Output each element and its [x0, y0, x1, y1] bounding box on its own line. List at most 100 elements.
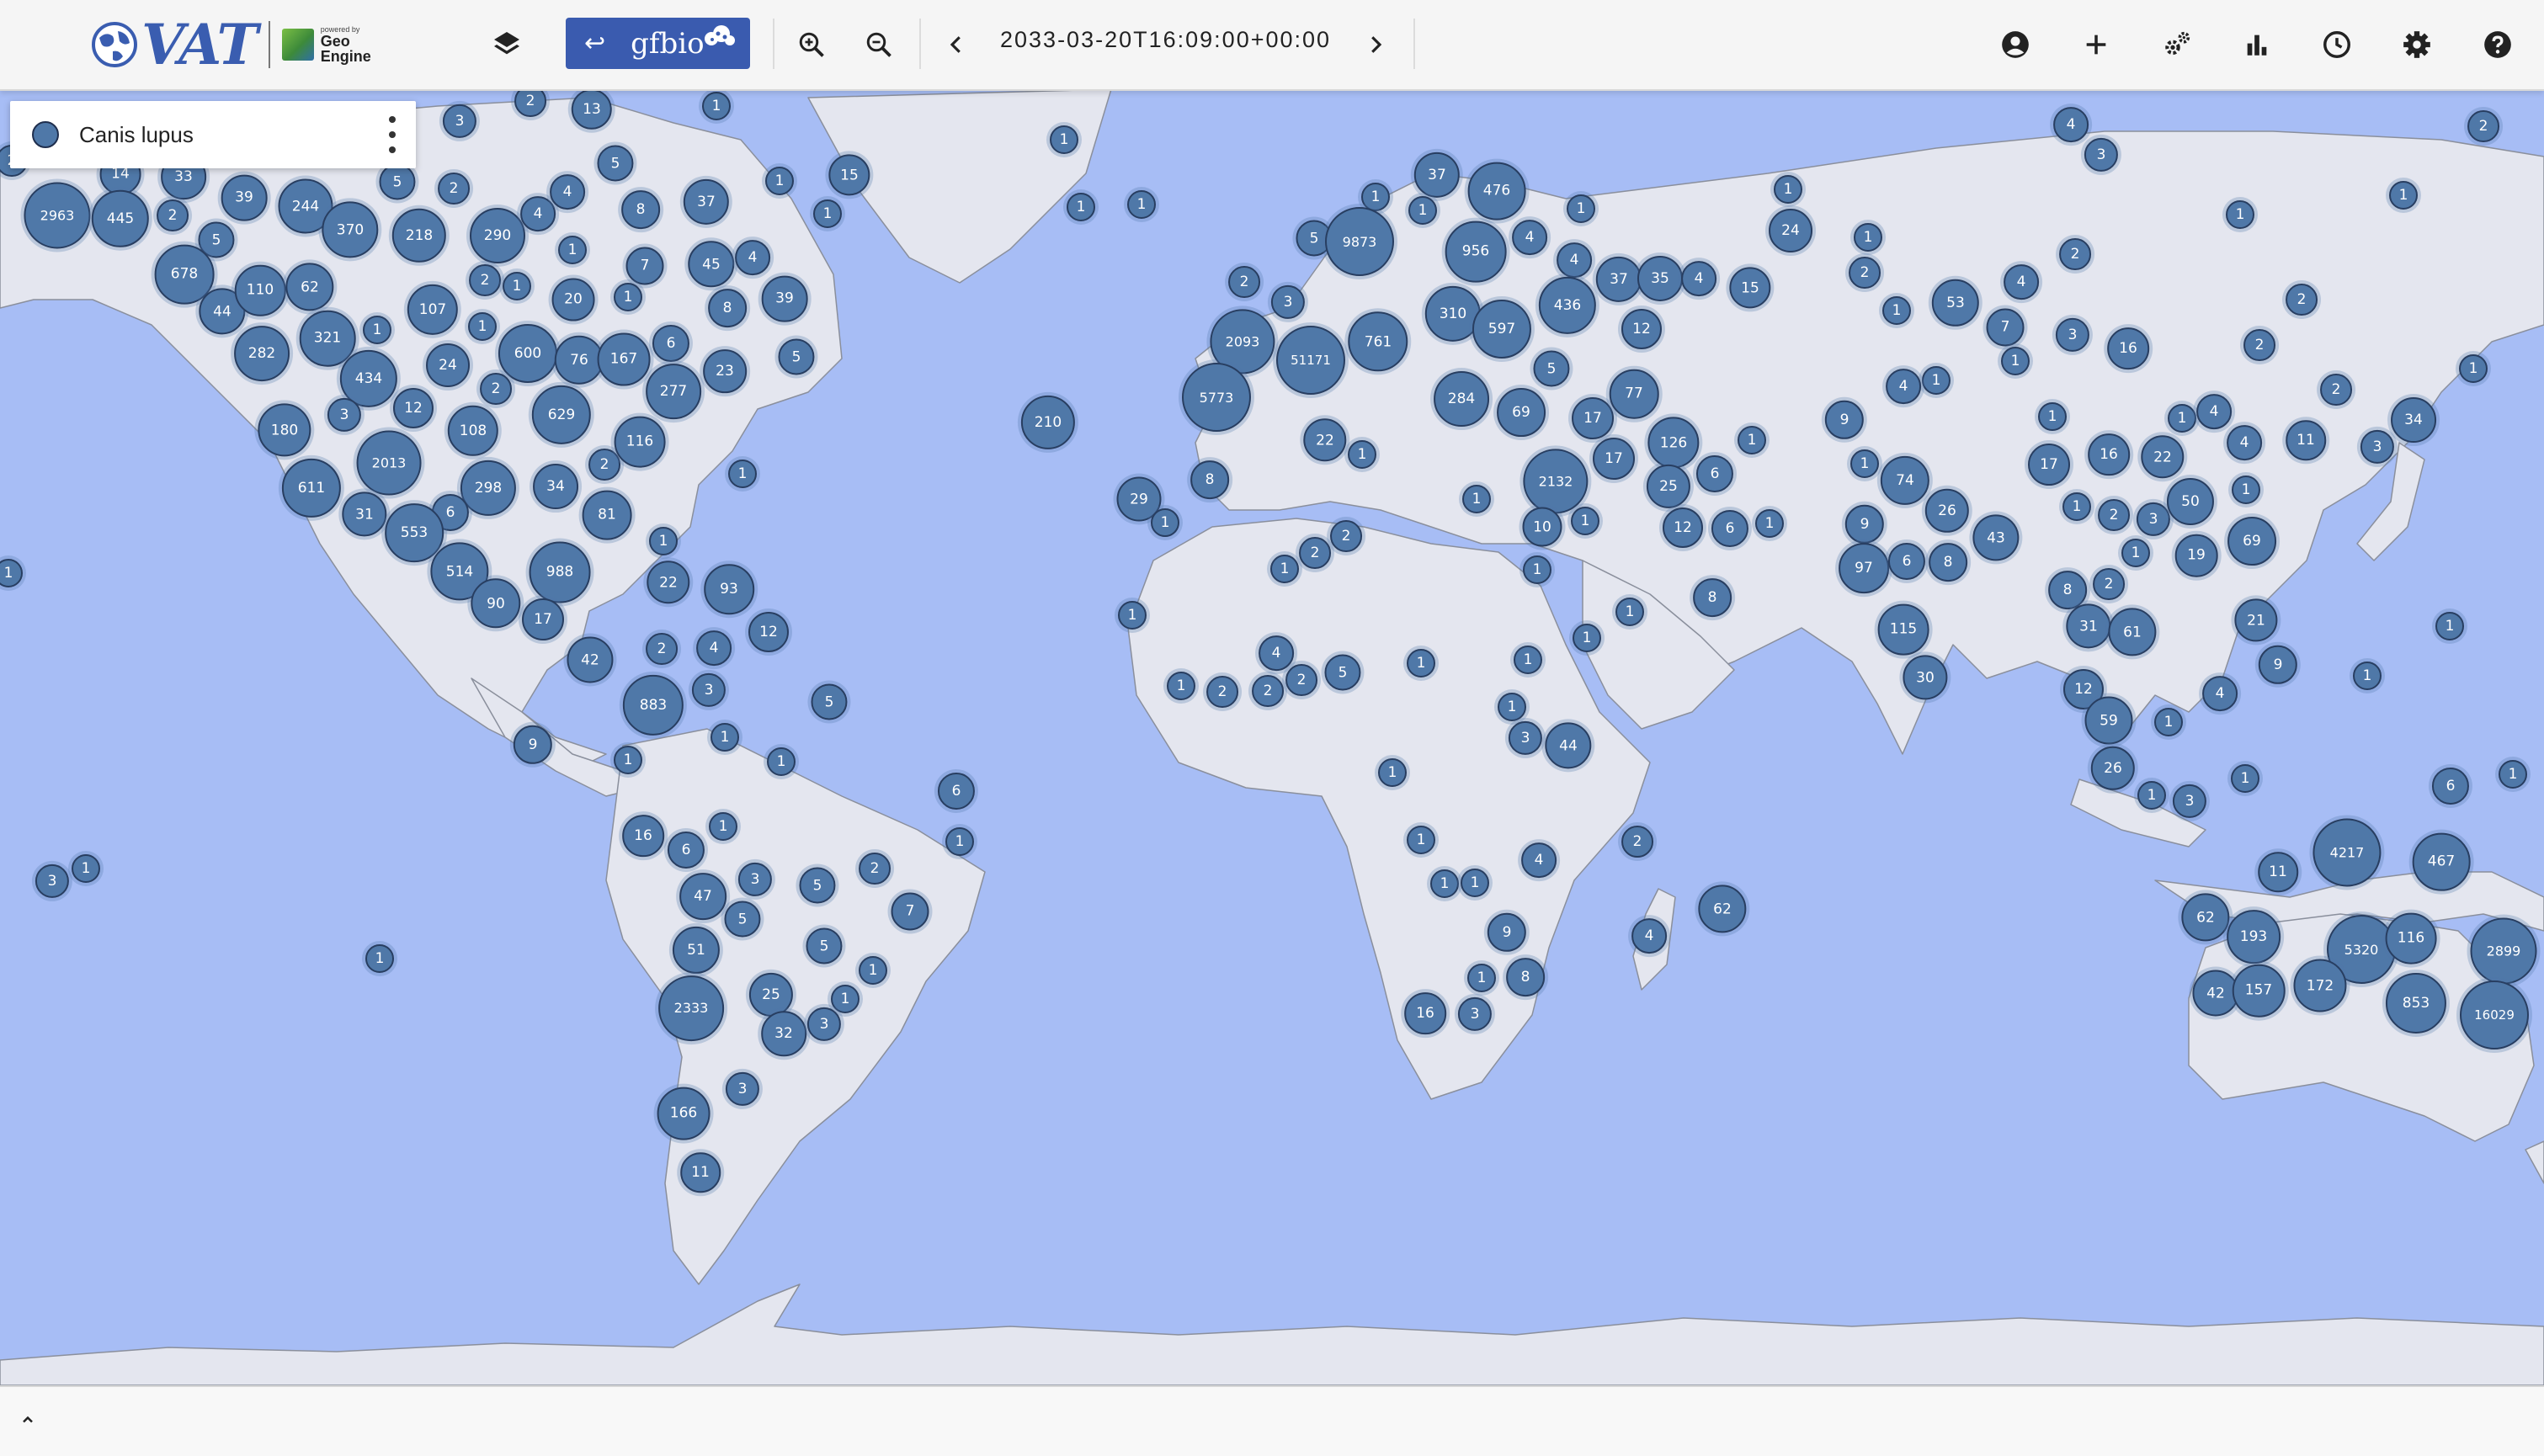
point-cluster[interactable]: 600 — [498, 323, 558, 384]
point-cluster[interactable]: 1 — [728, 460, 757, 488]
point-cluster[interactable]: 1 — [1348, 440, 1376, 469]
add-data-button[interactable] — [2073, 22, 2119, 67]
point-cluster[interactable]: 9873 — [1325, 207, 1394, 276]
point-cluster[interactable]: 1 — [2168, 404, 2196, 433]
point-cluster[interactable]: 4 — [2053, 107, 2089, 142]
point-cluster[interactable]: 1 — [1755, 509, 1784, 538]
point-cluster[interactable]: 284 — [1434, 371, 1489, 427]
point-cluster[interactable]: 8 — [708, 289, 747, 327]
point-cluster[interactable]: 883 — [622, 674, 684, 736]
time-back-button[interactable] — [934, 22, 979, 67]
point-cluster[interactable]: 69 — [1497, 388, 1546, 437]
point-cluster[interactable]: 2 — [1206, 676, 1238, 708]
point-cluster[interactable]: 1 — [1408, 196, 1437, 225]
zoom-in-button[interactable] — [789, 22, 834, 67]
point-cluster[interactable]: 4 — [2004, 264, 2039, 300]
point-cluster[interactable]: 51171 — [1276, 326, 1345, 395]
point-cluster[interactable]: 6 — [1887, 542, 1926, 581]
point-cluster[interactable]: 2 — [1285, 664, 1317, 696]
point-cluster[interactable]: 16029 — [2460, 980, 2529, 1049]
point-cluster[interactable]: 2 — [1330, 520, 1362, 552]
point-cluster[interactable]: 47 — [679, 873, 726, 920]
point-cluster[interactable]: 1 — [72, 854, 100, 883]
point-cluster[interactable]: 277 — [646, 364, 701, 419]
point-cluster[interactable]: 2 — [157, 199, 189, 231]
point-cluster[interactable]: 6 — [1711, 509, 1749, 548]
point-cluster[interactable]: 2 — [2243, 329, 2275, 361]
point-cluster[interactable]: 4 — [1512, 220, 1547, 255]
point-cluster[interactable]: 4 — [1886, 369, 1921, 404]
point-cluster[interactable]: 4 — [2196, 394, 2232, 429]
point-cluster[interactable]: 1 — [2154, 708, 2183, 736]
point-cluster[interactable]: 2899 — [2470, 917, 2537, 985]
point-cluster[interactable]: 81 — [582, 490, 632, 540]
point-cluster[interactable]: 11 — [680, 1152, 721, 1193]
point-cluster[interactable]: 30 — [1903, 655, 1948, 700]
point-cluster[interactable]: 1 — [1067, 193, 1095, 221]
point-cluster[interactable]: 12 — [1662, 507, 1704, 549]
point-cluster[interactable]: 597 — [1472, 299, 1532, 359]
point-cluster[interactable]: 110 — [234, 264, 286, 316]
point-cluster[interactable]: 476 — [1467, 162, 1526, 221]
point-cluster[interactable]: 4 — [735, 240, 770, 275]
current-time-display[interactable]: 2033-03-20T16:09:00+00:00 — [1000, 27, 1331, 53]
help-button[interactable] — [2475, 22, 2520, 67]
point-cluster[interactable]: 2013 — [356, 430, 422, 496]
point-cluster[interactable]: 1 — [1407, 649, 1435, 678]
point-cluster[interactable]: 12 — [748, 611, 790, 653]
point-cluster[interactable]: 12 — [1621, 308, 1663, 350]
time-config-button[interactable] — [2314, 22, 2360, 67]
point-cluster[interactable]: 1 — [1270, 555, 1299, 583]
point-cluster[interactable]: 1 — [503, 272, 531, 300]
point-cluster[interactable]: 172 — [2293, 959, 2347, 1012]
point-cluster[interactable]: 290 — [470, 208, 525, 263]
point-cluster[interactable]: 8 — [2048, 571, 2087, 609]
point-cluster[interactable]: 1 — [1774, 175, 1802, 204]
point-cluster[interactable]: 1 — [649, 527, 678, 555]
point-cluster[interactable]: 4 — [1259, 635, 1294, 671]
point-cluster[interactable]: 1 — [2499, 760, 2527, 789]
point-cluster[interactable]: 1 — [831, 985, 860, 1013]
point-cluster[interactable]: 24 — [1769, 209, 1812, 252]
point-cluster[interactable]: 853 — [2385, 972, 2447, 1034]
point-cluster[interactable]: 17 — [1572, 397, 1614, 439]
point-cluster[interactable]: 1 — [1407, 826, 1435, 854]
point-cluster[interactable]: 2 — [2093, 568, 2125, 600]
point-cluster[interactable]: 6 — [652, 324, 690, 363]
point-cluster[interactable]: 1 — [1514, 646, 1542, 674]
point-cluster[interactable]: 1 — [2435, 612, 2464, 640]
point-cluster[interactable]: 2 — [859, 853, 891, 885]
point-cluster[interactable]: 1 — [1571, 507, 1599, 535]
zoom-out-button[interactable] — [856, 22, 902, 67]
point-cluster[interactable]: 2 — [469, 264, 501, 296]
point-cluster[interactable]: 115 — [1877, 603, 1929, 656]
point-cluster[interactable]: 1 — [1050, 125, 1078, 154]
point-cluster[interactable]: 6 — [667, 831, 705, 869]
point-cluster[interactable]: 11 — [2258, 852, 2298, 892]
point-cluster[interactable]: 2 — [2467, 110, 2499, 142]
point-cluster[interactable]: 116 — [2385, 912, 2437, 964]
point-cluster[interactable]: 11 — [2286, 420, 2326, 460]
point-cluster[interactable]: 8 — [621, 190, 660, 229]
point-cluster[interactable]: 10 — [1522, 507, 1562, 547]
point-cluster[interactable]: 4217 — [2312, 818, 2382, 887]
point-cluster[interactable]: 2 — [438, 173, 470, 205]
point-cluster[interactable]: 93 — [704, 564, 754, 614]
point-cluster[interactable]: 59 — [2084, 696, 2133, 745]
layer-list-item[interactable]: Canis lupus — [10, 101, 416, 168]
point-cluster[interactable]: 1 — [2001, 347, 2030, 375]
point-cluster[interactable]: 5 — [778, 338, 815, 375]
point-cluster[interactable]: 77 — [1609, 369, 1659, 419]
point-cluster[interactable]: 4 — [1557, 242, 1592, 278]
point-cluster[interactable]: 553 — [385, 503, 444, 562]
point-cluster[interactable]: 2 — [1299, 537, 1331, 569]
point-cluster[interactable]: 1 — [1615, 598, 1644, 626]
layer-menu-button[interactable] — [387, 116, 397, 153]
point-cluster[interactable]: 321 — [299, 310, 356, 367]
point-cluster[interactable]: 8 — [1506, 958, 1545, 996]
point-cluster[interactable]: 4 — [1521, 842, 1557, 878]
point-cluster[interactable]: 1 — [1523, 555, 1551, 584]
point-cluster[interactable]: 1 — [614, 746, 642, 774]
point-cluster[interactable]: 2 — [588, 449, 620, 481]
point-cluster[interactable]: 1 — [1922, 366, 1951, 395]
